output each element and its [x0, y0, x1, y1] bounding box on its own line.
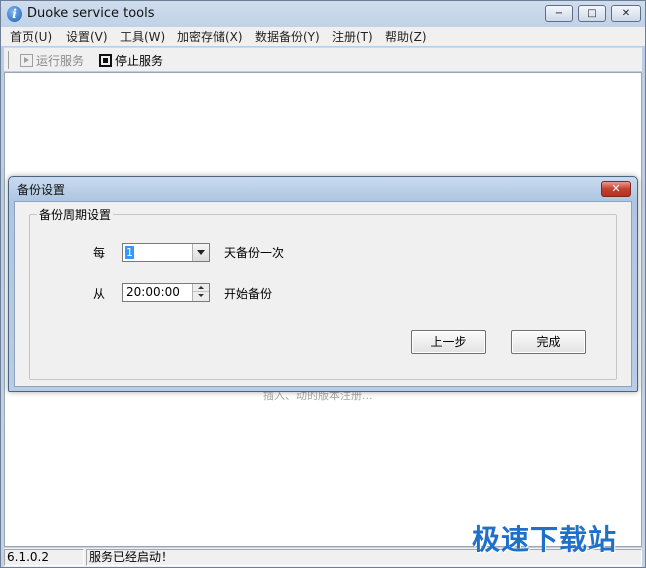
- menu-bar: 首页(U) 设置(V) 工具(W) 加密存储(X) 数据备份(Y) 注册(T) …: [1, 27, 645, 46]
- maximize-button[interactable]: □: [578, 5, 606, 22]
- dialog-body: 备份周期设置 每 1 天备份一次 从 20:00:00 开始备份 上一步 完成: [14, 201, 632, 387]
- app-icon: i: [7, 6, 22, 22]
- spinner-buttons: [192, 284, 209, 301]
- every-suffix-label: 天备份一次: [224, 246, 285, 260]
- spinner-down-icon[interactable]: [193, 292, 209, 300]
- backup-period-group: 备份周期设置 每 1 天备份一次 从 20:00:00 开始备份 上一步 完成: [29, 206, 617, 380]
- menu-register[interactable]: 注册(T): [332, 28, 373, 45]
- watermark-logo: 极速下载站: [472, 523, 618, 556]
- window-title: Duoke service tools: [27, 6, 155, 21]
- toolbar-grip: [8, 51, 9, 69]
- play-icon: [20, 53, 33, 67]
- spinner-up-icon[interactable]: [193, 284, 209, 292]
- menu-settings[interactable]: 设置(V): [66, 28, 108, 45]
- backup-settings-dialog: 备份设置 ✕ 备份周期设置 每 1 天备份一次 从 20:00:00 开始备份 …: [8, 176, 638, 392]
- from-suffix-label: 开始备份: [224, 287, 273, 301]
- dialog-title: 备份设置: [17, 183, 66, 197]
- minimize-button[interactable]: −: [545, 5, 573, 22]
- menu-data-backup[interactable]: 数据备份(Y): [255, 28, 320, 45]
- previous-step-button[interactable]: 上一步: [411, 330, 486, 354]
- run-service-button[interactable]: 运行服务: [20, 51, 84, 69]
- run-service-label: 运行服务: [36, 53, 85, 68]
- from-label: 从: [93, 287, 106, 301]
- toolbar: 运行服务 停止服务: [4, 47, 642, 71]
- stop-service-label: 停止服务: [115, 53, 164, 68]
- close-button[interactable]: ✕: [611, 5, 641, 22]
- stop-icon: [99, 53, 112, 67]
- start-time-value: 20:00:00: [126, 285, 180, 299]
- dialog-close-button[interactable]: ✕: [601, 181, 631, 197]
- days-interval-combo[interactable]: 1: [122, 243, 210, 262]
- menu-home[interactable]: 首页(U): [10, 28, 52, 45]
- title-bar[interactable]: i Duoke service tools − □ ✕: [1, 1, 645, 27]
- days-interval-value: 1: [125, 246, 134, 259]
- every-label: 每: [93, 246, 106, 260]
- stop-service-button[interactable]: 停止服务: [99, 51, 163, 69]
- menu-tools[interactable]: 工具(W): [120, 28, 165, 45]
- finish-button[interactable]: 完成: [511, 330, 586, 354]
- menu-encrypted-storage[interactable]: 加密存储(X): [177, 28, 243, 45]
- start-time-spinner[interactable]: 20:00:00: [122, 283, 210, 302]
- menu-help[interactable]: 帮助(Z): [385, 28, 427, 45]
- status-version: 6.1.0.2: [4, 549, 84, 566]
- chevron-down-icon[interactable]: [192, 244, 209, 261]
- group-title: 备份周期设置: [37, 206, 114, 223]
